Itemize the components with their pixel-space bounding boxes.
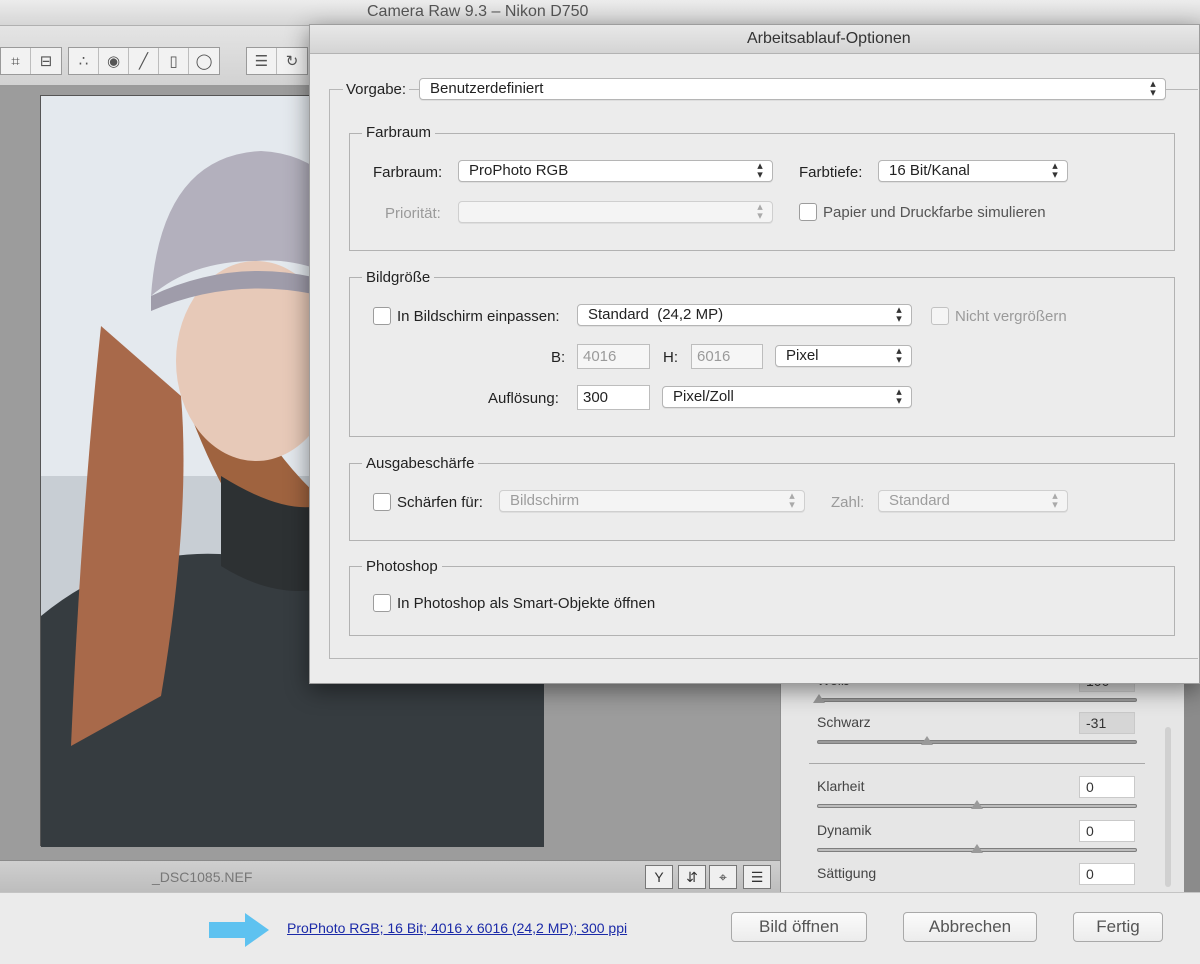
simulate-paper-checkbox[interactable]	[799, 203, 817, 221]
size-unit-value: Pixel	[786, 347, 819, 364]
rotate-icon[interactable]: ↻	[277, 48, 307, 74]
tool-group-retouch: ∴ ◉ ╱ ▯ ◯	[68, 47, 220, 75]
amount-value: Standard	[889, 492, 950, 509]
slider-label: Sättigung	[817, 865, 877, 881]
red-eye-icon[interactable]: ◉	[99, 48, 129, 74]
height-input[interactable]: 6016	[691, 344, 763, 369]
sharpen-checkbox[interactable]	[373, 493, 391, 511]
chevron-updown-icon: ▴ ▾	[1052, 490, 1058, 511]
panel-scrollbar[interactable]	[1165, 727, 1171, 887]
slider-track[interactable]	[817, 740, 1137, 744]
open-image-button[interactable]: Bild öffnen	[731, 912, 867, 942]
preset-select-value: Benutzerdefiniert	[430, 80, 544, 97]
slider-value[interactable]: 0	[1079, 820, 1135, 842]
sharpen-for-select[interactable]: Bildschirm ▴ ▾	[499, 490, 805, 512]
pin-icon[interactable]: ⌖	[709, 865, 737, 889]
fit-to-screen-label: In Bildschirm einpassen:	[397, 308, 560, 325]
slider-value[interactable]: -31	[1079, 712, 1135, 734]
color-depth-label: Farbtiefe:	[799, 164, 863, 181]
resolution-label: Auflösung:	[488, 390, 559, 407]
adjustment-brush-icon[interactable]: ╱	[129, 48, 159, 74]
chevron-updown-icon: ▴ ▾	[1052, 160, 1058, 181]
group-title-color-space: Farbraum	[362, 124, 436, 141]
color-depth-select[interactable]: 16 Bit/Kanal ▴ ▾	[878, 160, 1068, 182]
spot-removal-icon[interactable]: ∴	[69, 48, 99, 74]
slider-thumb[interactable]	[921, 736, 933, 745]
graduated-filter-icon[interactable]: ▯	[159, 48, 189, 74]
slider-track[interactable]	[817, 698, 1137, 702]
chevron-updown-icon: ▴ ▾	[757, 201, 763, 222]
slider-label: Schwarz	[817, 714, 871, 730]
size-unit-select[interactable]: Pixel ▴ ▾	[775, 345, 912, 367]
done-button[interactable]: Fertig	[1073, 912, 1163, 942]
simulate-paper-label: Papier und Druckfarbe simulieren	[823, 204, 1046, 221]
amount-select[interactable]: Standard ▴ ▾	[878, 490, 1068, 512]
fit-to-screen-select[interactable]: Standard (24,2 MP) ▴ ▾	[577, 304, 912, 326]
tool-group-right: ☰ ↻	[246, 47, 308, 75]
amount-label: Zahl:	[831, 494, 865, 511]
chevron-updown-icon: ▴ ▾	[896, 304, 902, 325]
sharpen-for-label: Schärfen für:	[397, 494, 483, 511]
slider-label: Klarheit	[817, 778, 865, 794]
tool-group-left: ⌗ ⊟	[0, 47, 62, 75]
arrow-right-icon	[209, 913, 269, 947]
cancel-button[interactable]: Abbrechen	[903, 912, 1037, 942]
group-title-image-size: Bildgröße	[362, 269, 435, 286]
color-space-select[interactable]: ProPhoto RGB ▴ ▾	[458, 160, 773, 182]
window-title: Camera Raw 9.3 – Nikon D750	[367, 3, 589, 20]
settings-sliders-icon[interactable]: ☰	[743, 865, 771, 889]
slider-value[interactable]: 0	[1079, 863, 1135, 885]
chevron-updown-icon: ▴ ▾	[789, 490, 795, 511]
smart-object-checkbox[interactable]	[373, 594, 391, 612]
status-bar: _DSC1085.NEF Y ⇵ ⌖ ☰	[0, 860, 780, 892]
no-enlarge-label: Nicht vergrößern	[955, 308, 1067, 325]
preset-label: Vorgabe:	[343, 81, 410, 98]
group-color-space	[349, 133, 1175, 251]
workflow-options-link[interactable]: ProPhoto RGB; 16 Bit; 4016 x 6016 (24,2 …	[287, 920, 627, 936]
smart-object-label: In Photoshop als Smart-Objekte öffnen	[397, 595, 656, 612]
resolution-unit-select[interactable]: Pixel/Zoll ▴ ▾	[662, 386, 912, 408]
height-label: H:	[663, 349, 678, 366]
chevron-updown-icon: ▴ ▾	[896, 345, 902, 366]
chevron-updown-icon: ▴ ▾	[1150, 78, 1156, 99]
resolution-input[interactable]: 300	[577, 385, 650, 410]
fit-to-screen-value: Standard (24,2 MP)	[588, 306, 724, 323]
crop-icon[interactable]: ⌗	[1, 48, 31, 74]
slider-thumb[interactable]	[971, 844, 983, 853]
slider-label: Dynamik	[817, 822, 872, 838]
width-input[interactable]: 4016	[577, 344, 650, 369]
workflow-options-dialog: Arbeitsablauf-Optionen Vorgabe: Benutzer…	[309, 24, 1200, 684]
window-titlebar: Camera Raw 9.3 – Nikon D750	[0, 0, 1200, 26]
priority-select[interactable]: ▴ ▾	[458, 201, 773, 223]
slider-thumb[interactable]	[813, 694, 825, 703]
bottom-bar: ProPhoto RGB; 16 Bit; 4016 x 6016 (24,2 …	[0, 892, 1200, 964]
slider-thumb[interactable]	[971, 800, 983, 809]
radial-filter-icon[interactable]: ◯	[189, 48, 219, 74]
group-title-output-sharpening: Ausgabeschärfe	[362, 455, 479, 472]
panel-divider	[809, 763, 1145, 764]
priority-label: Priorität:	[385, 205, 441, 222]
dialog-title: Arbeitsablauf-Optionen	[747, 30, 911, 47]
no-enlarge-checkbox[interactable]	[931, 307, 949, 325]
straighten-icon[interactable]: ⊟	[31, 48, 61, 74]
color-depth-value: 16 Bit/Kanal	[889, 162, 970, 179]
sort-icon[interactable]: ⇵	[678, 865, 706, 889]
preferences-icon[interactable]: ☰	[247, 48, 277, 74]
color-space-value: ProPhoto RGB	[469, 162, 569, 179]
fit-to-screen-checkbox[interactable]	[373, 307, 391, 325]
filename-label: _DSC1085.NEF	[152, 869, 253, 885]
sharpen-for-value: Bildschirm	[510, 492, 580, 509]
resolution-unit-value: Pixel/Zoll	[673, 388, 734, 405]
chevron-updown-icon: ▴ ▾	[757, 160, 763, 181]
preset-select[interactable]: Benutzerdefiniert ▴ ▾	[419, 78, 1166, 100]
filter-icon[interactable]: Y	[645, 865, 673, 889]
color-space-label: Farbraum:	[373, 164, 443, 181]
chevron-updown-icon: ▴ ▾	[896, 386, 902, 407]
group-title-photoshop: Photoshop	[362, 558, 442, 575]
width-label: B:	[551, 349, 566, 366]
dialog-titlebar: Arbeitsablauf-Optionen	[310, 25, 1199, 54]
slider-value[interactable]: 0	[1079, 776, 1135, 798]
